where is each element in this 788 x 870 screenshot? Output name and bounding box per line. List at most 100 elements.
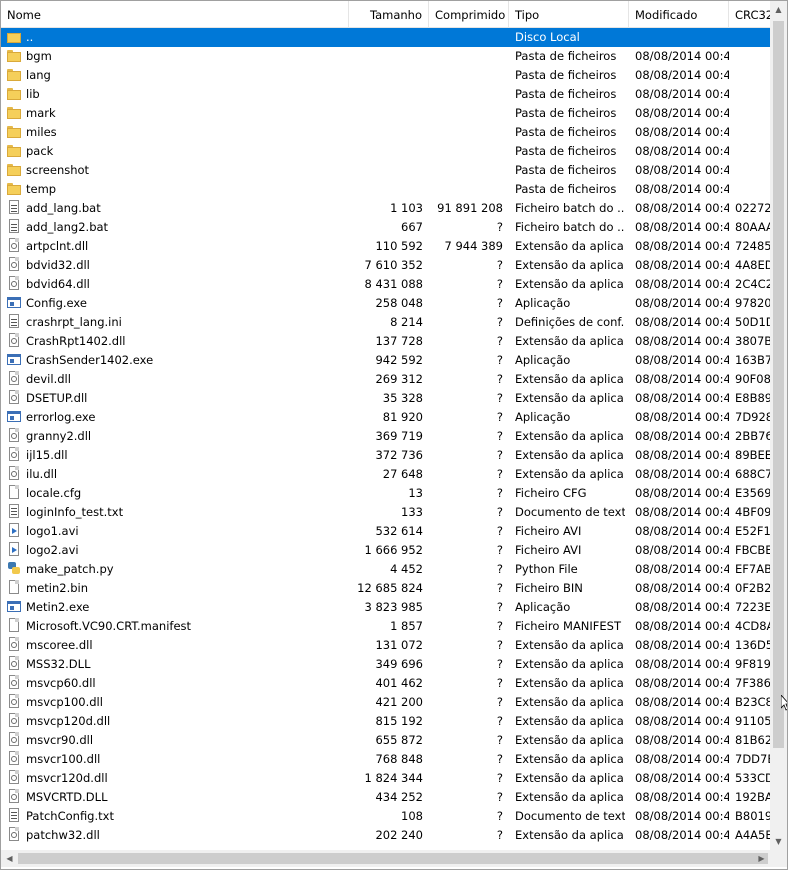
scrollbar-corner [770,850,787,867]
file-name-cell: artpclnt.dll [7,237,347,256]
table-row[interactable]: errorlog.exe 81 920? Aplicação 08/08/2014 0… [1,408,770,427]
file-crc32: 4CD8A8 [735,619,770,633]
file-type: Ficheiro AVI [515,543,582,557]
file-type: Extensão da aplica... [515,733,625,747]
file-name-cell: DSETUP.dll [7,389,347,408]
column-header-tipo[interactable]: Tipo [509,1,629,28]
file-compressed-size: ? [496,524,503,538]
file-crc32: 163B7F [735,353,770,367]
horizontal-scrollbar[interactable]: ◀ ▶ [1,850,770,867]
table-row[interactable]: mark Pasta de ficheiros 08/08/2014 00:43 [1,104,770,123]
file-type: Extensão da aplica... [515,258,625,272]
file-name-cell: CrashRpt1402.dll [7,332,347,351]
exe-file-icon [7,352,21,367]
table-row[interactable]: msvcp120d.dll 815 192? Extensão da aplica.… [1,712,770,731]
scroll-up-arrow-icon[interactable]: ▲ [770,1,787,18]
table-row[interactable]: bdvid64.dll 8 431 088? Extensão da aplica.… [1,275,770,294]
table-row[interactable]: artpclnt.dll 110 592 7 944 389 Extensão da … [1,237,770,256]
table-row[interactable]: ilu.dll 27 648? Extensão da aplica... 08/08… [1,465,770,484]
dll-file-icon [7,333,21,348]
column-header-crc32[interactable]: CRC32 [729,1,770,28]
table-row[interactable]: lang Pasta de ficheiros 08/08/2014 00:42 [1,66,770,85]
table-row[interactable]: miles Pasta de ficheiros 08/08/2014 00:45 [1,123,770,142]
table-row[interactable]: add_lang2.bat 667? Ficheiro batch do ... 08… [1,218,770,237]
table-row[interactable]: bdvid32.dll 7 610 352? Extensão da aplica.… [1,256,770,275]
column-header-modificado[interactable]: Modificado [629,1,729,28]
file-type: Disco Local [515,30,580,44]
file-modified-date: 08/08/2014 00:43 [635,828,729,842]
table-row[interactable]: CrashRpt1402.dll 137 728? Extensão da apli… [1,332,770,351]
table-row[interactable]: msvcr100.dll 768 848? Extensão da aplica..… [1,750,770,769]
file-name: bdvid64.dll [26,277,90,291]
table-row[interactable]: .. Disco Local [1,28,770,47]
horizontal-scroll-thumb[interactable] [18,853,768,864]
table-row[interactable]: ijl15.dll 372 736? Extensão da aplica... 08… [1,446,770,465]
file-name: errorlog.exe [26,410,96,424]
folder-icon [7,86,21,101]
table-row[interactable]: add_lang.bat 1 103 91 891 208 Ficheiro batc… [1,199,770,218]
table-row[interactable]: patchw32.dll 202 240? Extensão da aplica..… [1,826,770,845]
file-name-cell: add_lang.bat [7,199,347,218]
table-row[interactable]: make_patch.py 4 452? Python File 08/08/2014… [1,560,770,579]
column-header-label: Nome [7,8,41,22]
file-compressed-size: ? [496,752,503,766]
column-header-comprimido[interactable]: Comprimido [429,1,509,28]
table-row[interactable]: screenshot Pasta de ficheiros 08/08/2014 0… [1,161,770,180]
file-crc32: 4BF09B [735,505,770,519]
file-size: 35 328 [382,391,423,405]
scroll-right-arrow-icon[interactable]: ▶ [753,850,770,867]
file-compressed-size: 91 891 208 [437,201,503,215]
file-crc32 [735,85,770,104]
table-row[interactable]: temp Pasta de ficheiros 08/08/2014 00:45 [1,180,770,199]
table-row[interactable]: logo2.avi 1 666 952? Ficheiro AVI 08/08/201… [1,541,770,560]
file-name: msvcr120d.dll [26,771,108,785]
file-name: Config.exe [26,296,87,310]
file-type: Aplicação [515,600,571,614]
file-compressed-size: ? [496,315,503,329]
table-row[interactable]: crashrpt_lang.ini 8 214? Definições de con… [1,313,770,332]
file-size: 349 696 [375,657,423,671]
file-name-cell: msvcp120d.dll [7,712,347,731]
table-row[interactable]: bgm Pasta de ficheiros 08/08/2014 00:45 [1,47,770,66]
table-row[interactable]: Microsoft.VC90.CRT.manifest 1 857? Ficheir… [1,617,770,636]
vertical-scroll-thumb[interactable] [773,21,784,748]
table-row[interactable]: DSETUP.dll 35 328? Extensão da aplica... 08… [1,389,770,408]
file-modified-date: 08/08/2014 00:43 [635,771,729,785]
table-row[interactable]: msvcp60.dll 401 462? Extensão da aplica...… [1,674,770,693]
file-compressed-size: ? [496,771,503,785]
vertical-scrollbar[interactable]: ▲ ▼ [770,1,787,850]
table-row[interactable]: pack Pasta de ficheiros 08/08/2014 00:45 [1,142,770,161]
table-row[interactable]: CrashSender1402.exe 942 592? Aplicação 08/0… [1,351,770,370]
table-row[interactable]: loginInfo_test.txt 133? Documento de texto… [1,503,770,522]
scroll-left-arrow-icon[interactable]: ◀ [1,850,18,867]
file-compressed-size [429,161,503,180]
table-row[interactable]: msvcr90.dll 655 872? Extensão da aplica...… [1,731,770,750]
table-row[interactable]: msvcr120d.dll 1 824 344? Extensão da aplic… [1,769,770,788]
table-row[interactable]: lib Pasta de ficheiros 08/08/2014 00:45 [1,85,770,104]
file-crc32: 50D1D3 [735,315,770,329]
file-name: logo1.avi [26,524,79,538]
table-row[interactable]: Metin2.exe 3 823 985? Aplicação 08/08/2014 … [1,598,770,617]
table-row[interactable]: metin2.bin 12 685 824? Ficheiro BIN 08/08/2… [1,579,770,598]
column-header-nome[interactable]: Nome ⌃ [1,1,349,28]
file-name: mscoree.dll [26,638,93,652]
table-row[interactable]: msvcp100.dll 421 200? Extensão da aplica..… [1,693,770,712]
scroll-down-arrow-icon[interactable]: ▼ [770,833,787,850]
table-row[interactable]: MSS32.DLL 349 696? Extensão da aplica... 08… [1,655,770,674]
file-crc32 [735,142,770,161]
column-header-tamanho[interactable]: Tamanho [349,1,429,28]
table-row[interactable]: mscoree.dll 131 072? Extensão da aplica...… [1,636,770,655]
table-row[interactable]: Config.exe 258 048? Aplicação 08/08/2014 00… [1,294,770,313]
file-modified-date: 08/08/2014 00:43 [635,163,729,177]
table-row[interactable]: granny2.dll 369 719? Extensão da aplica...… [1,427,770,446]
file-name: screenshot [26,163,90,177]
table-row[interactable]: locale.cfg 13? Ficheiro CFG 08/08/2014 00:4… [1,484,770,503]
table-row[interactable]: logo1.avi 532 614? Ficheiro AVI 08/08/2014 … [1,522,770,541]
video-file-icon [7,523,21,538]
file-name: ijl15.dll [26,448,68,462]
table-row[interactable]: devil.dll 269 312? Extensão da aplica... 08… [1,370,770,389]
file-compressed-size: ? [496,505,503,519]
table-row[interactable]: PatchConfig.txt 108? Documento de texto 08/… [1,807,770,826]
table-row[interactable]: MSVCRTD.DLL 434 252? Extensão da aplica...… [1,788,770,807]
dll-file-icon [7,675,21,690]
